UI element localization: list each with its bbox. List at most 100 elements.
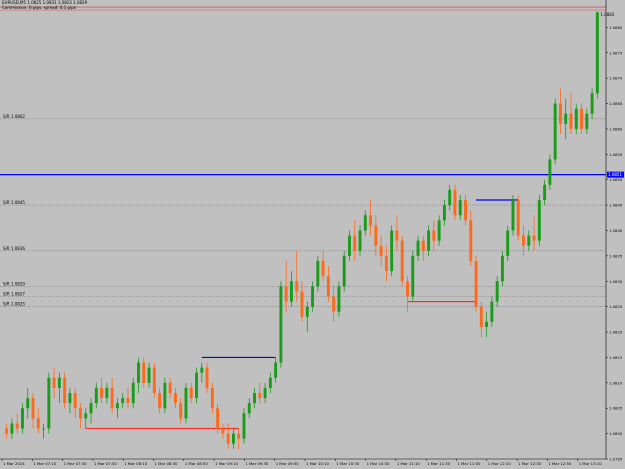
bear-candle [100, 387, 104, 399]
bear-candle [353, 235, 357, 251]
bull-candle [342, 255, 346, 287]
price-tick-label: 1.0815 [609, 355, 623, 360]
candles-layer: 1.0883 [5, 12, 615, 449]
bull-candle [247, 403, 251, 414]
bull-candle [411, 255, 415, 297]
bear-candle [464, 200, 467, 221]
price-tick-label: 1.0835 [609, 253, 623, 258]
time-tick-label: 1 Mar 12:50 [548, 461, 572, 466]
bull-candle [543, 184, 547, 201]
bull-candle [121, 398, 125, 404]
bull-candle [485, 321, 489, 327]
bear-candle [15, 423, 19, 429]
bull-candle [363, 215, 367, 231]
bull-candle [511, 200, 515, 231]
time-tick-label: 1 Mar 10:30 [336, 461, 360, 466]
bull-candle [195, 372, 198, 399]
bear-candle [237, 433, 241, 439]
bull-candle [263, 387, 267, 399]
bull-candle [163, 382, 167, 409]
bear-candle [379, 245, 383, 256]
bear-candle [31, 398, 35, 419]
time-tick-label: 1 Mar 10:50 [367, 461, 391, 466]
time-tick-label: 1 Mar 11:30 [427, 461, 451, 466]
bull-candle [57, 377, 61, 388]
sr-level-label: S/R 1.0825 [3, 302, 25, 307]
time-tick-label: 1 Mar 13:10 [579, 461, 603, 466]
bear-candle [216, 408, 220, 429]
price-chart[interactable]: S/R 1.0862 S/R 1.0845 S/R 1.0836 S/R 1.0829… [0, 0, 625, 469]
bear-candle [558, 103, 562, 124]
sr-level-label: S/R 1.0827 [3, 292, 25, 297]
time-tick-label: 1 Mar 08:10 [124, 461, 148, 466]
bear-candle [179, 403, 183, 419]
time-tick-label: 1 Mar 09:50 [276, 461, 300, 466]
bull-candle [537, 200, 541, 241]
bull-candle [137, 362, 140, 383]
time-tick-label: 1 Mar 07:30 [64, 461, 88, 466]
bull-candle [437, 220, 441, 241]
bear-candle [173, 392, 177, 404]
bull-candle [358, 230, 362, 251]
bear-candle [258, 392, 262, 399]
price-tick-label: 1.0800 [609, 431, 623, 436]
bear-candle [469, 220, 473, 261]
sr-level-label: S/R 1.0829 [3, 281, 25, 286]
bear-candle [580, 108, 583, 129]
price-tick-label: 1.0840 [609, 228, 623, 233]
bull-candle [527, 235, 531, 246]
bear-candle [421, 240, 425, 251]
bear-candle [295, 281, 299, 292]
bull-candle [10, 423, 14, 434]
price-tick-label: 1.0860 [609, 126, 623, 131]
bear-candle [326, 276, 330, 297]
price-tick-label: 1.0850 [609, 177, 623, 182]
chart-window[interactable]: S/R 1.0862 S/R 1.0845 S/R 1.0836 S/R 1.0829… [0, 0, 625, 469]
time-tick-label: 1 Mar 10:10 [306, 461, 330, 466]
bull-candle [495, 281, 499, 302]
chart-subtitle: Commission: 0 pips, spread: 0.1 pips [2, 5, 76, 10]
bull-candle [147, 367, 151, 383]
bull-candle [590, 93, 594, 114]
bear-candle [110, 387, 114, 409]
bull-candle [84, 413, 88, 419]
bear-candle [36, 418, 40, 429]
price-tick-label: 1.0865 [609, 101, 623, 106]
bull-candle [279, 286, 283, 363]
bear-candle [168, 382, 172, 393]
bull-candle [131, 382, 135, 404]
price-tick-label: 1.0870 [609, 76, 623, 81]
price-tick-label: 1.0855 [609, 152, 623, 157]
bull-candle [42, 428, 46, 430]
bear-candle [522, 235, 525, 246]
levels-layer: S/R 1.0862 S/R 1.0845 S/R 1.0836 S/R 1.0829… [0, 6, 624, 307]
bear-candle [73, 392, 77, 409]
bear-candle [332, 296, 336, 312]
time-tick-label: 1 Mar 11:50 [458, 461, 482, 466]
time-tick-label: 1 Mar 07:10 [33, 461, 57, 466]
time-tick-label: 1 Mar 09:30 [245, 461, 269, 466]
bull-candle [548, 159, 552, 185]
time-tick-label: 1 Mar 07:50 [94, 461, 118, 466]
price-tick-label: 1.0845 [609, 203, 623, 208]
price-tick-label: 1.0805 [609, 406, 623, 411]
time-tick-label: 1 Mar 12:10 [488, 461, 512, 466]
bear-candle [453, 189, 457, 216]
bull-candle [458, 200, 462, 216]
bear-candle [126, 398, 130, 404]
bear-candle [321, 260, 325, 277]
bear-candle [158, 392, 162, 409]
sr-level-label: S/R 1.0836 [3, 246, 25, 251]
bear-candle [221, 428, 225, 434]
bull-candle [574, 108, 578, 129]
bear-candle [474, 260, 478, 307]
bull-candle [337, 286, 341, 312]
price-tick-label: 1.0875 [609, 50, 623, 55]
bull-candle [290, 281, 293, 302]
bull-candle [442, 205, 446, 221]
bull-candle [305, 306, 309, 317]
bull-candle [427, 230, 431, 251]
sr-level-label: S/R 1.0862 [3, 114, 25, 119]
bear-candle [374, 225, 378, 246]
bull-candle [68, 392, 72, 404]
